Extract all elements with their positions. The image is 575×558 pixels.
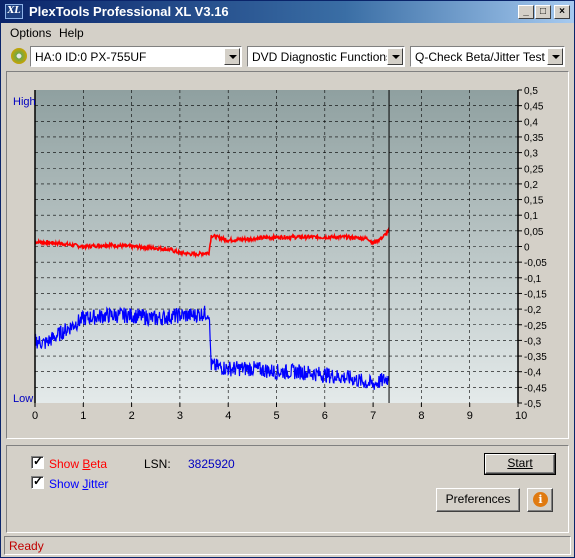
window-title: PlexTools Professional XL V3.16 xyxy=(29,4,229,19)
maximize-button[interactable]: □ xyxy=(535,5,551,19)
y-tick-label: 0,4 xyxy=(524,117,538,128)
start-button-label: Start xyxy=(507,456,533,470)
y-tick-label: 0,15 xyxy=(524,196,544,207)
x-tick-label: 8 xyxy=(418,410,424,422)
show-beta-label[interactable]: Show Beta xyxy=(49,457,107,471)
preferences-button[interactable]: Preferences xyxy=(436,488,520,512)
info-button[interactable]: i xyxy=(527,488,553,512)
show-beta-checkbox[interactable] xyxy=(31,454,44,469)
x-tick-label: 4 xyxy=(225,410,231,422)
app-window: XL PlexTools Professional XL V3.16 _ □ ×… xyxy=(0,0,575,558)
y-tick-label: 0,5 xyxy=(524,86,538,97)
function-select-value: DVD Diagnostic Functions xyxy=(252,50,393,64)
x-tick-label: 7 xyxy=(370,410,376,422)
show-jitter-checkbox[interactable] xyxy=(31,474,44,489)
high-label: High xyxy=(13,96,36,108)
x-tick-label: 5 xyxy=(274,410,280,422)
y-tick-label: 0,45 xyxy=(524,102,544,113)
y-tick-label: -0,05 xyxy=(524,258,547,269)
y-tick-label: 0,1 xyxy=(524,211,538,222)
minimize-button[interactable]: _ xyxy=(518,5,534,19)
y-tick-label: -0,5 xyxy=(524,399,542,410)
chevron-down-icon[interactable] xyxy=(547,48,563,65)
status-text: Ready xyxy=(9,539,44,553)
y-tick-label: 0,35 xyxy=(524,133,544,144)
title-bar[interactable]: XL PlexTools Professional XL V3.16 _ □ × xyxy=(1,1,574,23)
x-tick-label: 6 xyxy=(322,410,328,422)
drive-disc-icon xyxy=(11,48,27,64)
low-label: Low xyxy=(13,393,33,405)
show-jitter-suffix: itter xyxy=(88,477,109,491)
close-button[interactable]: × xyxy=(554,5,570,19)
function-select[interactable]: DVD Diagnostic Functions xyxy=(247,46,405,67)
menu-bar: Options Help xyxy=(1,23,574,43)
show-jitter-label[interactable]: Show Jitter xyxy=(49,477,108,491)
beta-jitter-chart: 0,5 0,45 0,4 0,35 0,3 0,25 0,2 0,15 0,1 0,05 0 -0,0… xyxy=(13,86,547,422)
y-tick-label: 0,05 xyxy=(524,227,544,238)
menu-help[interactable]: Help xyxy=(59,26,84,40)
controls-panel: Show Beta Show Jitter LSN: 3825920 Start… xyxy=(6,445,569,533)
y-tick-label: -0,35 xyxy=(524,352,547,363)
start-button[interactable]: Start xyxy=(484,453,556,475)
y-tick-label: -0,2 xyxy=(524,305,542,316)
x-tick-label: 9 xyxy=(467,410,473,422)
y-tick-label: 0,25 xyxy=(524,164,544,175)
chevron-down-icon[interactable] xyxy=(224,48,240,65)
info-icon: i xyxy=(533,492,548,507)
x-tick-label: 2 xyxy=(129,410,135,422)
chevron-down-icon[interactable] xyxy=(387,48,403,65)
y-tick-label: 0 xyxy=(524,243,530,254)
y-tick-label: -0,15 xyxy=(524,289,547,300)
y-tick-label: -0,25 xyxy=(524,321,547,332)
y-tick-label: -0,1 xyxy=(524,274,542,285)
chart-panel: 0,5 0,45 0,4 0,35 0,3 0,25 0,2 0,15 0,1 0,05 0 -0,0… xyxy=(6,71,569,439)
show-beta-suffix: eta xyxy=(90,457,108,471)
x-tick-label: 0 xyxy=(32,410,38,422)
menu-options[interactable]: Options xyxy=(10,26,51,40)
y-tick-label: -0,3 xyxy=(524,336,542,347)
test-select-value: Q-Check Beta/Jitter Test xyxy=(415,50,545,64)
app-logo-icon: XL xyxy=(5,4,23,19)
drive-select-value: HA:0 ID:0 PX-755UF xyxy=(35,50,147,64)
lsn-value: 3825920 xyxy=(188,457,235,471)
x-tick-label: 3 xyxy=(177,410,183,422)
y-tick-label: -0,4 xyxy=(524,368,542,379)
y-tick-label: -0,45 xyxy=(524,383,547,394)
y-tick-label: 0,3 xyxy=(524,149,538,160)
status-bar: Ready xyxy=(4,536,571,555)
show-jitter-prefix: Show xyxy=(49,477,83,491)
show-beta-prefix: Show xyxy=(49,457,83,471)
x-tick-label: 1 xyxy=(80,410,86,422)
lsn-label: LSN: xyxy=(144,457,171,471)
drive-select[interactable]: HA:0 ID:0 PX-755UF xyxy=(30,46,242,67)
x-tick-label: 10 xyxy=(515,410,527,422)
toolbar: HA:0 ID:0 PX-755UF DVD Diagnostic Functi… xyxy=(1,45,574,69)
test-select[interactable]: Q-Check Beta/Jitter Test xyxy=(410,46,565,67)
y-tick-label: 0,2 xyxy=(524,180,538,191)
